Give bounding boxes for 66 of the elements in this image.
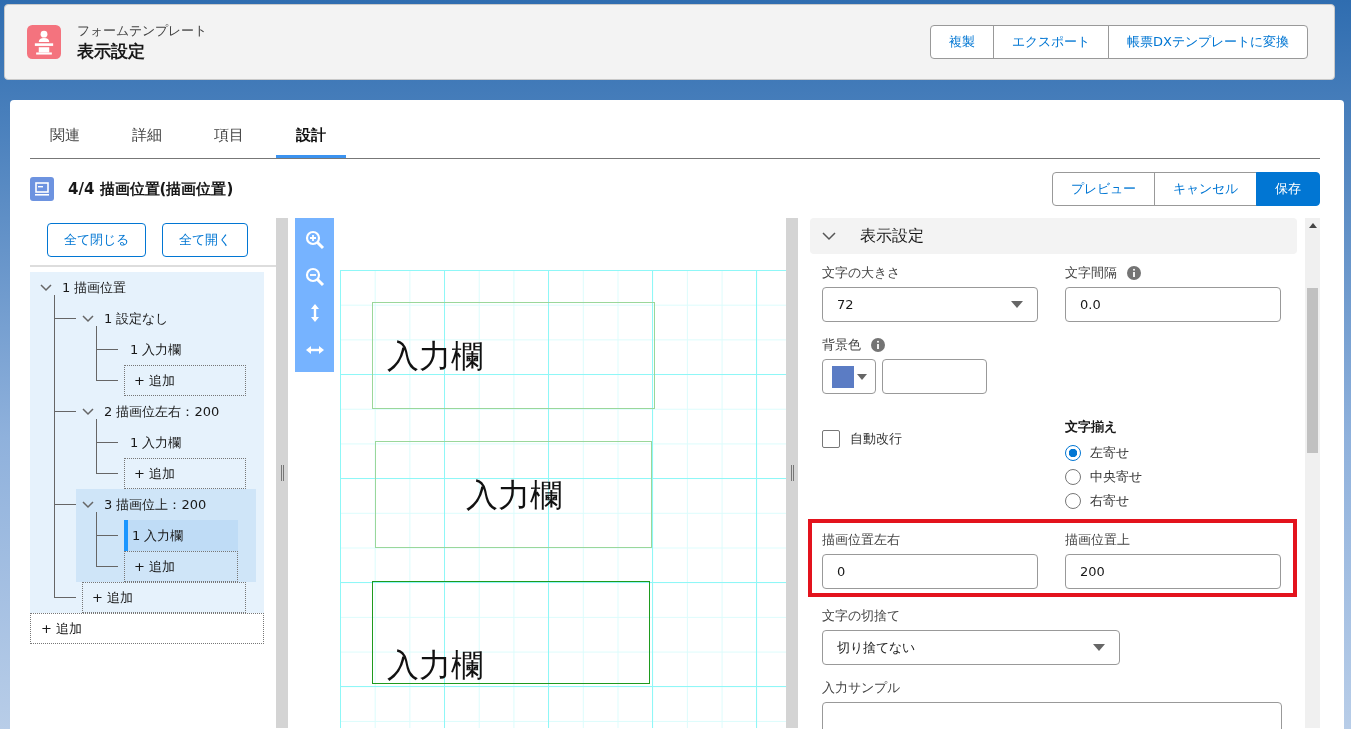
field-label: 入力サンプル — [822, 679, 901, 697]
tab[interactable]: 関連 — [30, 118, 100, 158]
info-icon[interactable] — [1127, 266, 1141, 280]
input-sample-field[interactable] — [822, 702, 1282, 729]
tab[interactable]: 詳細 — [112, 118, 182, 158]
info-icon[interactable] — [871, 338, 885, 352]
tree-toggle-button[interactable]: 全て開く — [162, 223, 248, 257]
section-action-button[interactable]: プレビュー — [1052, 172, 1155, 206]
radio-label: 左寄せ — [1090, 444, 1129, 462]
zoom-in-icon[interactable] — [304, 230, 325, 251]
add-item-button[interactable]: + 追加 — [82, 582, 247, 613]
tree-item[interactable]: 1 設定なし — [82, 303, 265, 334]
checkbox-label: 自動改行 — [850, 430, 902, 448]
dropdown-arrow-icon — [856, 373, 867, 380]
color-code-field[interactable] — [882, 359, 987, 394]
section-action-button[interactable]: キャンセル — [1154, 172, 1257, 206]
tab[interactable]: 項目 — [194, 118, 264, 158]
tree-item[interactable]: 1 入力欄 — [124, 427, 247, 458]
dropdown-arrow-icon — [1093, 644, 1105, 651]
presenter-icon — [27, 25, 61, 59]
canvas-input-field[interactable]: 入力欄 — [372, 581, 651, 684]
field-label: 文字の切捨て — [822, 607, 901, 625]
section-header[interactable]: 表示設定 — [810, 218, 1297, 254]
tree-item[interactable]: 1 描画位置 — [40, 272, 265, 303]
tab[interactable]: 設計 — [276, 118, 346, 158]
position-field[interactable]: 200 — [1065, 554, 1281, 589]
dropdown-arrow-icon — [1011, 301, 1023, 308]
object-type-label: フォームテンプレート — [77, 21, 207, 40]
section-title: 4/4 描画位置(描画位置) — [68, 179, 234, 199]
scrollbar[interactable] — [1305, 218, 1320, 728]
field-label: 文字間隔 — [1065, 264, 1117, 282]
color-picker-button[interactable] — [822, 359, 876, 394]
document-icon — [30, 177, 54, 201]
field-label: 文字揃え — [1065, 418, 1118, 436]
position-field[interactable]: 0 — [822, 554, 1038, 589]
tree-item[interactable]: 3 描画位上：200 — [82, 489, 257, 520]
header-action-button[interactable]: 複製 — [930, 25, 995, 59]
field-label: 描画位置左右 — [822, 531, 901, 549]
canvas-input-field[interactable]: 入力欄 — [372, 302, 656, 409]
splitter-handle[interactable] — [276, 218, 289, 728]
tree-item[interactable]: 1 入力欄 — [124, 334, 247, 365]
font-size-select[interactable]: 72 — [822, 287, 1038, 322]
zoom-out-icon[interactable] — [304, 266, 325, 287]
header-action-button[interactable]: 帳票DXテンプレートに変換 — [1108, 25, 1308, 59]
field-label: 文字の大きさ — [822, 264, 901, 282]
record-title: 表示設定 — [77, 39, 146, 63]
radio-button[interactable] — [1065, 445, 1081, 461]
add-item-button[interactable]: + 追加 — [124, 551, 239, 582]
letter-spacing-field[interactable]: 0.0 — [1065, 287, 1281, 322]
add-item-button[interactable]: + 追加 — [30, 613, 265, 644]
truncate-select[interactable]: 切り捨てない — [822, 630, 1120, 665]
add-item-button[interactable]: + 追加 — [124, 365, 247, 396]
scroll-up-icon[interactable] — [1308, 223, 1317, 228]
field-label: 背景色 — [822, 336, 861, 354]
tree-toggle-button[interactable]: 全て閉じる — [47, 223, 146, 257]
auto-wrap-checkbox[interactable] — [822, 430, 840, 448]
tree-item[interactable]: 1 入力欄 — [124, 520, 239, 551]
canvas-input-field[interactable]: 入力欄 — [375, 441, 653, 548]
tree-item[interactable]: 2 描画位左右：200 — [82, 396, 265, 427]
header-action-button[interactable]: エクスポート — [993, 25, 1110, 59]
scrollbar-thumb[interactable] — [1307, 288, 1318, 453]
splitter-handle[interactable] — [786, 218, 798, 728]
radio-label: 右寄せ — [1090, 492, 1129, 510]
radio-label: 中央寄せ — [1090, 468, 1142, 486]
field-label: 描画位置上 — [1065, 531, 1131, 549]
section-action-button[interactable]: 保存 — [1256, 172, 1320, 206]
